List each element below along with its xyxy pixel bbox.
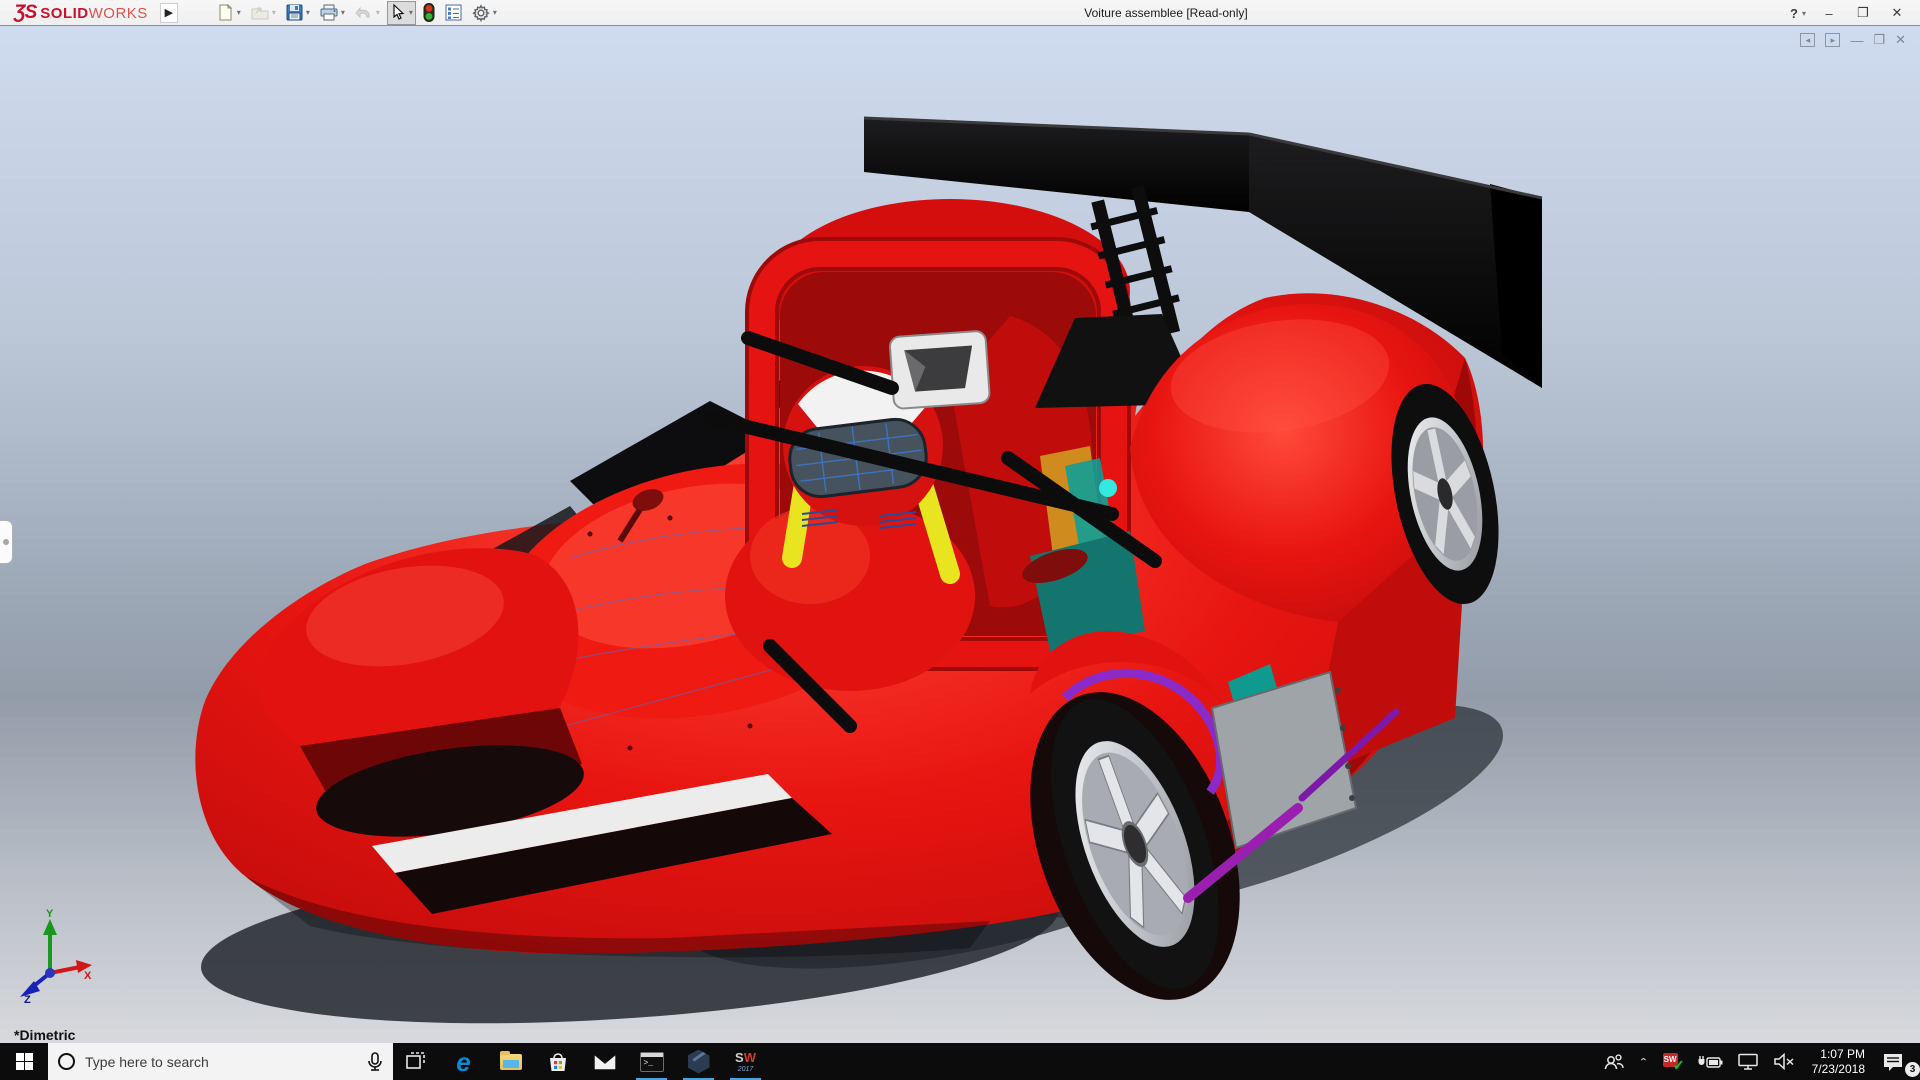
- new-caret-icon[interactable]: ▾: [237, 8, 241, 17]
- options-gear-icon: [472, 4, 490, 22]
- feature-manager-splitter-handle[interactable]: [0, 520, 13, 564]
- graphics-viewport[interactable]: ◂ ▸ — ❐ ✕: [0, 26, 1920, 1043]
- save-button[interactable]: ▾: [283, 1, 313, 25]
- notification-icon: [1882, 1052, 1904, 1072]
- print-button[interactable]: ▾: [317, 1, 348, 25]
- window-controls: ? ▾ – ❐ ✕: [1784, 0, 1912, 26]
- view-orientation-label: *Dimetric: [14, 1027, 75, 1043]
- search-input[interactable]: [85, 1054, 335, 1070]
- file-properties-button[interactable]: [442, 1, 465, 25]
- undo-button[interactable]: ▾: [352, 1, 383, 25]
- store-icon: [547, 1051, 569, 1073]
- new-document-button[interactable]: ▾: [214, 1, 244, 25]
- open-caret-icon: ▾: [272, 8, 276, 17]
- solidworks-resource-monitor[interactable]: SW✓: [1656, 1043, 1690, 1080]
- taskbar-search[interactable]: [48, 1043, 393, 1080]
- taskbar-clock[interactable]: 1:07 PM 7/23/2018: [1802, 1047, 1875, 1077]
- menu-flyout-button[interactable]: ▶: [160, 3, 178, 23]
- file-explorer-button[interactable]: [487, 1043, 534, 1080]
- titlebar: ƷSSOLIDWORKS ▶ ▾ ▾: [0, 0, 1920, 26]
- doc-restore-button[interactable]: ❐: [1873, 32, 1885, 48]
- options-caret-icon[interactable]: ▾: [493, 8, 497, 17]
- rebuild-traffic-light-icon: [423, 3, 435, 22]
- new-document-icon: [217, 4, 234, 21]
- start-button[interactable]: [0, 1043, 48, 1080]
- doc-minimize-button[interactable]: —: [1850, 33, 1863, 48]
- chevron-up-icon: ⌃: [1639, 1056, 1649, 1067]
- restore-button[interactable]: ❐: [1848, 2, 1878, 24]
- help-caret-icon[interactable]: ▾: [1802, 9, 1806, 18]
- triad-x-label: X: [84, 970, 92, 982]
- select-cursor-icon: [390, 4, 406, 21]
- car-model-svg: [150, 86, 1600, 1043]
- action-center-button[interactable]: 3: [1875, 1043, 1920, 1080]
- edge-button[interactable]: e: [440, 1043, 487, 1080]
- speaker-muted-icon: [1773, 1053, 1795, 1070]
- store-button[interactable]: [534, 1043, 581, 1080]
- file-properties-icon: [445, 4, 462, 21]
- volume-button[interactable]: [1766, 1043, 1802, 1080]
- task-view-button[interactable]: [393, 1043, 440, 1080]
- power-status-button[interactable]: [1690, 1043, 1730, 1080]
- solidworks-year-label: 2017: [738, 1066, 754, 1073]
- windows-logo-icon: [16, 1053, 33, 1070]
- battery-plug-icon: [1697, 1054, 1723, 1070]
- hexagon-app-button[interactable]: [675, 1043, 722, 1080]
- file-explorer-icon: [500, 1054, 522, 1070]
- triad-y-label: Y: [46, 908, 54, 920]
- people-icon: [1603, 1053, 1625, 1071]
- cortana-icon: [58, 1053, 75, 1070]
- print-caret-icon[interactable]: ▾: [341, 8, 345, 17]
- select-caret-icon[interactable]: ▾: [409, 8, 413, 17]
- collapse-panel-left-button[interactable]: ◂: [1800, 33, 1815, 47]
- document-window-controls: ◂ ▸ — ❐ ✕: [1800, 32, 1906, 48]
- clock-time: 1:07 PM: [1820, 1047, 1865, 1062]
- network-button[interactable]: [1730, 1043, 1766, 1080]
- clock-date: 7/23/2018: [1812, 1062, 1865, 1077]
- triad-z-label: Z: [24, 994, 31, 1003]
- ethernet-network-icon: [1737, 1053, 1759, 1070]
- command-prompt-icon: [640, 1052, 664, 1072]
- minimize-button[interactable]: –: [1814, 2, 1844, 24]
- options-button[interactable]: ▾: [469, 1, 500, 25]
- solidworks-logo: ƷSSOLIDWORKS: [0, 2, 158, 24]
- print-icon: [320, 4, 338, 21]
- solidworks-button[interactable]: SW 2017: [722, 1043, 769, 1080]
- car-model-render: [150, 86, 1600, 1043]
- mail-icon: [593, 1053, 617, 1071]
- solidworks-check-icon: SW✓: [1663, 1053, 1683, 1071]
- save-caret-icon[interactable]: ▾: [306, 8, 310, 17]
- open-folder-icon: [251, 5, 269, 21]
- help-button[interactable]: ?: [1784, 2, 1804, 24]
- undo-arrow-icon: [355, 5, 373, 21]
- microphone-icon[interactable]: [367, 1052, 383, 1072]
- system-tray: ⌃ SW✓: [1596, 1043, 1920, 1080]
- quick-access-toolbar: ▾ ▾ ▾: [212, 0, 502, 26]
- edge-icon: e: [456, 1049, 470, 1075]
- orientation-triad: Y X Z: [10, 907, 96, 1003]
- open-button[interactable]: ▾: [248, 1, 279, 25]
- undo-caret-icon: ▾: [376, 8, 380, 17]
- windows-taskbar: e SW 2017: [0, 1043, 1920, 1080]
- solidworks-2017-icon: SW 2017: [735, 1050, 756, 1073]
- select-button[interactable]: ▾: [387, 1, 416, 25]
- command-prompt-button[interactable]: [628, 1043, 675, 1080]
- doc-close-button[interactable]: ✕: [1895, 32, 1906, 48]
- ds-logo-mark: ƷS: [14, 2, 36, 24]
- people-button[interactable]: [1596, 1043, 1632, 1080]
- hexagon-app-icon: [688, 1050, 710, 1074]
- close-button[interactable]: ✕: [1882, 2, 1912, 24]
- flyout-arrow-icon: ▶: [165, 6, 173, 19]
- rebuild-button[interactable]: [420, 1, 438, 25]
- document-title: Voiture assemblee [Read-only]: [1084, 0, 1247, 26]
- mail-button[interactable]: [581, 1043, 628, 1080]
- tray-overflow-button[interactable]: ⌃: [1632, 1043, 1656, 1080]
- collapse-panel-right-button[interactable]: ▸: [1825, 33, 1840, 47]
- notification-badge: 3: [1905, 1062, 1920, 1077]
- task-view-icon: [406, 1052, 428, 1072]
- save-floppy-icon: [286, 4, 303, 21]
